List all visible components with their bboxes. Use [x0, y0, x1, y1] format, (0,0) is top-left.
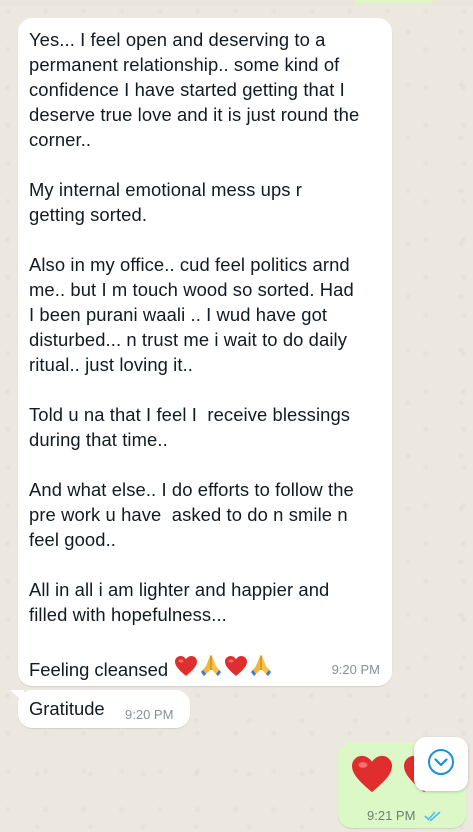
red-heart-icon — [174, 655, 198, 683]
message-timestamp: 9:21 PM — [367, 808, 416, 823]
previous-outgoing-edge — [353, 0, 433, 4]
red-heart-icon — [224, 655, 248, 683]
message-text: Yes... I feel open and deserving to a pe… — [29, 29, 360, 625]
folded-hands-icon — [198, 654, 224, 684]
folded-hands-icon — [248, 654, 274, 684]
message-timestamp: 9:20 PM — [331, 662, 380, 677]
message-text: Gratitude — [29, 698, 105, 719]
chevron-down-circle-icon — [426, 747, 456, 782]
message-last-line: Feeling cleansed — [29, 654, 274, 684]
scroll-to-bottom-button[interactable] — [414, 737, 468, 791]
read-receipt-icon — [424, 809, 442, 827]
incoming-message-bubble[interactable]: Gratitude 9:20 PM — [18, 690, 190, 728]
red-heart-icon — [350, 754, 394, 799]
message-timestamp: 9:20 PM — [125, 707, 174, 722]
incoming-message-bubble[interactable]: Yes... I feel open and deserving to a pe… — [18, 18, 392, 686]
message-last-line-text: Feeling cleansed — [29, 658, 169, 680]
